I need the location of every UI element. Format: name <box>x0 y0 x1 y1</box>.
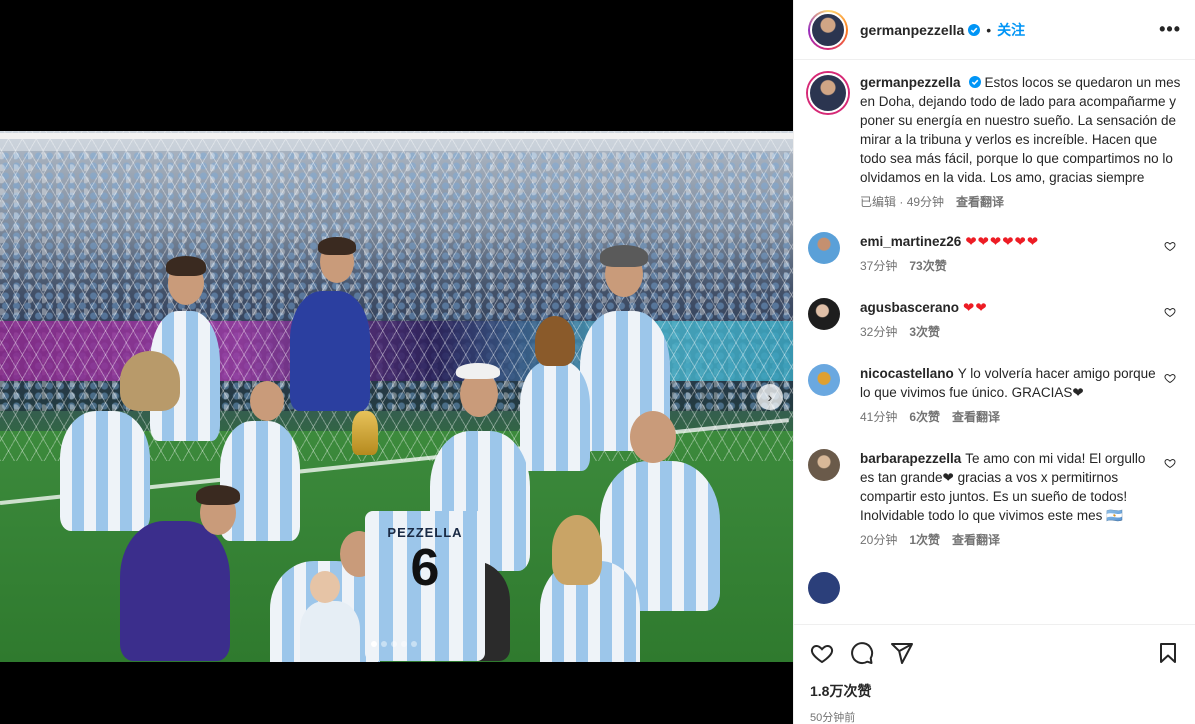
jersey: PEZZELLA 6 <box>365 511 485 661</box>
comment-item: nicocastellano Y lo volvería hacer amigo … <box>808 364 1182 427</box>
next-slide-button[interactable]: › <box>757 384 783 410</box>
comment-item: barbarapezzella Te amo con mi vida! El or… <box>808 449 1182 550</box>
comment-time: 32分钟 <box>860 325 898 339</box>
verified-badge-icon <box>968 23 981 36</box>
author-avatar[interactable] <box>808 9 848 50</box>
avatar[interactable] <box>808 298 840 330</box>
like-heart-icon[interactable] <box>810 641 834 665</box>
carousel-dot <box>411 641 417 647</box>
author-username[interactable]: germanpezzella <box>860 22 964 38</box>
comment-likes[interactable]: 6次赞 <box>909 408 940 427</box>
like-comment-icon[interactable] <box>1164 372 1176 384</box>
comment-item: emi_martinez26 ❤❤❤❤❤❤ 37分钟 73次赞 <box>808 232 1182 276</box>
comment-text: ❤❤ <box>963 300 988 315</box>
like-comment-icon[interactable] <box>1164 457 1176 469</box>
like-comment-icon[interactable] <box>1164 306 1176 318</box>
comment-item <box>808 572 1182 604</box>
carousel-indicator <box>371 641 417 647</box>
post-timestamp[interactable]: 50分钟前 <box>810 709 1180 724</box>
more-options-icon[interactable]: ••• <box>1159 19 1181 40</box>
comments-list[interactable]: germanpezzella Estos locos se quedaron un… <box>794 61 1195 624</box>
jersey-number: 6 <box>410 539 440 597</box>
comment-likes[interactable]: 1次赞 <box>909 531 940 550</box>
share-send-icon[interactable] <box>890 641 914 665</box>
comment-time: 41分钟 <box>860 410 898 424</box>
carousel-dot <box>381 641 387 647</box>
carousel-dot <box>371 641 377 647</box>
avatar[interactable] <box>808 449 840 481</box>
post-actions: 1.8万次赞 50分钟前 <box>794 624 1195 724</box>
see-translation-link[interactable]: 查看翻译 <box>956 193 1004 212</box>
see-translation-link[interactable]: 查看翻译 <box>952 531 1000 550</box>
post-photo[interactable]: PEZZELLA 6 <box>0 131 793 662</box>
comment-username[interactable]: emi_martinez26 <box>860 234 961 249</box>
avatar[interactable] <box>808 232 840 264</box>
jersey-name: PEZZELLA <box>387 525 463 540</box>
avatar[interactable] <box>808 364 840 396</box>
bookmark-icon[interactable] <box>1156 641 1180 665</box>
comment-item: agusbascerano ❤❤ 32分钟 3次赞 <box>808 298 1182 342</box>
caption-username[interactable]: germanpezzella <box>860 75 961 90</box>
comment-likes[interactable]: 73次赞 <box>909 257 946 276</box>
caption-edited: 已编辑 · 49分钟 <box>860 195 945 209</box>
post-side-panel: germanpezzella • 关注 ••• germanpezzella Es… <box>793 0 1195 724</box>
post-header: germanpezzella • 关注 ••• <box>794 0 1195 60</box>
carousel-dot <box>401 641 407 647</box>
header-separator: • <box>986 21 992 38</box>
comment-time: 37分钟 <box>860 259 898 273</box>
like-comment-icon[interactable] <box>1164 240 1176 252</box>
comment-time: 20分钟 <box>860 533 898 547</box>
see-translation-link[interactable]: 查看翻译 <box>952 408 1000 427</box>
likes-count[interactable]: 1.8万次赞 <box>810 681 1180 701</box>
caption-text: Estos locos se quedaron un mes en Doha, … <box>860 75 1181 185</box>
world-cup-trophy <box>352 411 378 455</box>
comment-username[interactable]: barbarapezzella <box>860 451 961 466</box>
post-caption: germanpezzella Estos locos se quedaron un… <box>808 73 1182 212</box>
avatar[interactable] <box>808 572 840 604</box>
goal-crossbar <box>0 133 793 139</box>
carousel-dot <box>391 641 397 647</box>
comment-likes[interactable]: 3次赞 <box>909 323 940 342</box>
comment-username[interactable]: agusbascerano <box>860 300 959 315</box>
comment-text: ❤❤❤❤❤❤ <box>965 234 1040 249</box>
follow-button[interactable]: 关注 <box>997 20 1025 40</box>
comment-icon[interactable] <box>850 641 874 665</box>
avatar[interactable] <box>808 73 848 113</box>
post-media: PEZZELLA 6 › <box>0 0 793 724</box>
chevron-right-icon: › <box>767 389 773 405</box>
comment-username[interactable]: nicocastellano <box>860 366 954 381</box>
verified-badge-icon <box>968 76 981 88</box>
